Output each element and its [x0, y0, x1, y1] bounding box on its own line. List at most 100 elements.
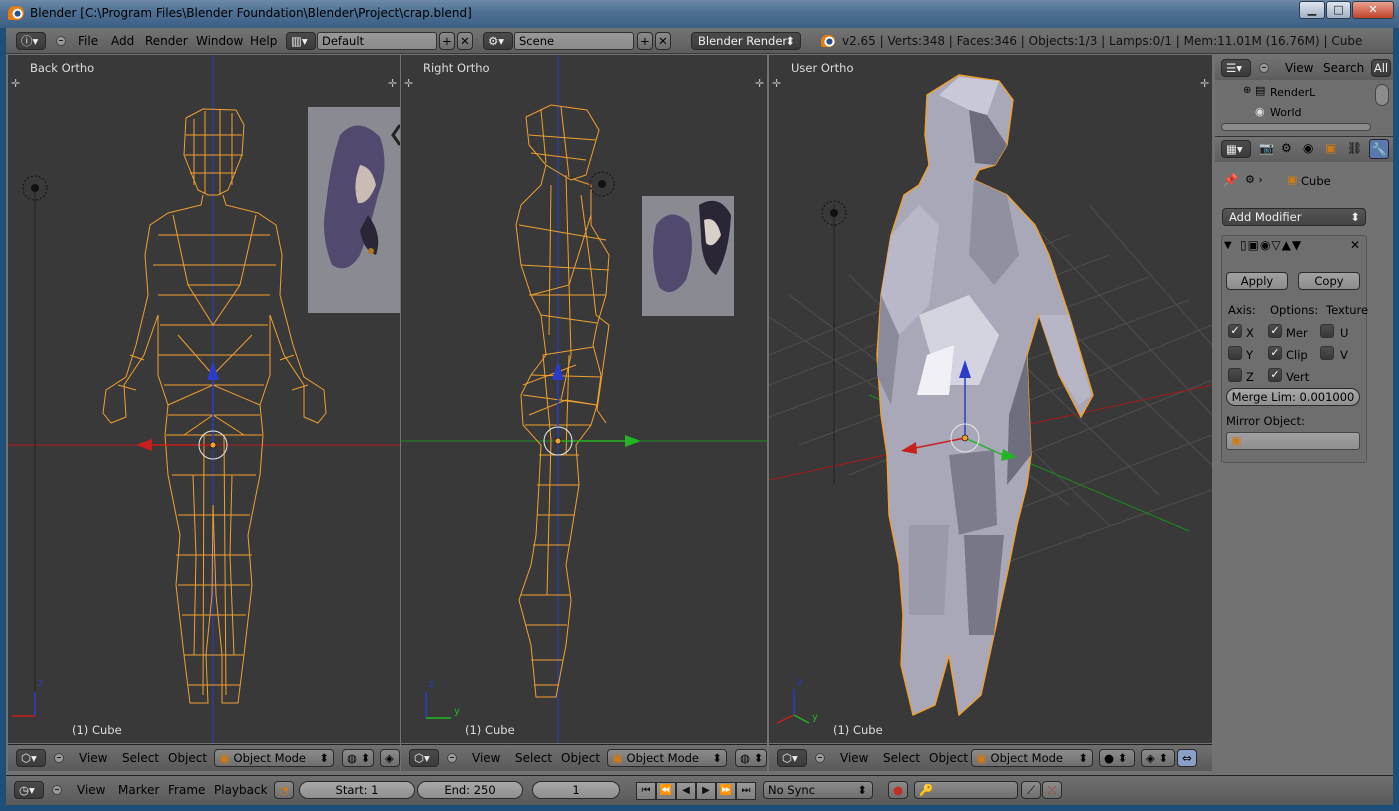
editor-type-3d-icon[interactable]: ⬡▾: [409, 749, 439, 767]
axis-x-checkbox[interactable]: ✓: [1228, 324, 1242, 338]
menu-select[interactable]: Select: [515, 751, 552, 765]
close-button[interactable]: ✕: [1352, 1, 1394, 19]
modifiers-tab-wrench-icon[interactable]: 🔧: [1369, 139, 1389, 159]
add-screen-icon[interactable]: +: [439, 32, 455, 50]
add-scene-icon[interactable]: +: [637, 32, 653, 50]
viewport-right-ortho[interactable]: Right Ortho ✛ ✛ z y (1) Cube: [401, 55, 767, 743]
remove-modifier-icon[interactable]: ✕: [1350, 238, 1360, 252]
screen-layout-field[interactable]: Default: [317, 32, 437, 50]
outliner-vertical-scrollbar[interactable]: [1375, 84, 1389, 106]
menu-view[interactable]: View: [79, 751, 107, 765]
collapse-menu-icon[interactable]: [52, 785, 62, 795]
menu-frame[interactable]: Frame: [168, 783, 205, 797]
jump-to-end-icon[interactable]: ⏭: [736, 782, 756, 800]
editor-type-properties-icon[interactable]: ▦▾: [1221, 140, 1251, 158]
editor-type-3d-icon[interactable]: ⬡▾: [16, 749, 46, 767]
remove-screen-icon[interactable]: ✕: [457, 32, 473, 50]
axis-y-checkbox[interactable]: [1228, 346, 1242, 360]
mirror-object-field[interactable]: ▣: [1226, 432, 1360, 450]
minimize-button[interactable]: ▁: [1299, 1, 1325, 19]
remove-scene-icon[interactable]: ✕: [655, 32, 671, 50]
merge-checkbox[interactable]: ✓: [1268, 324, 1282, 338]
outliner-item-renderlayers[interactable]: RenderL: [1270, 86, 1315, 99]
modifier-toolbar-icons[interactable]: ▯▣◉▽▲▼: [1240, 238, 1302, 252]
outliner-filter-dropdown[interactable]: All: [1371, 59, 1391, 77]
editor-type-timeline-icon[interactable]: ◷▾: [14, 781, 44, 799]
pivot-point-dropdown[interactable]: ◈ ⬍: [1141, 749, 1175, 767]
jump-to-next-keyframe-icon[interactable]: ⏩: [716, 782, 736, 800]
mode-dropdown[interactable]: ▣ Object Mode ⬍: [607, 749, 727, 767]
mode-dropdown[interactable]: ▣ Object Mode ⬍: [971, 749, 1093, 767]
clipping-checkbox[interactable]: ✓: [1268, 346, 1282, 360]
preview-range-icon[interactable]: ◔: [274, 781, 294, 799]
scene-field[interactable]: Scene: [514, 32, 634, 50]
menu-view[interactable]: View: [840, 751, 868, 765]
outliner-horizontal-scrollbar[interactable]: [1221, 123, 1371, 131]
scene-icon[interactable]: ⚙▾: [483, 32, 513, 50]
collapse-menu-icon[interactable]: [54, 753, 64, 763]
pin-icon[interactable]: 📌: [1223, 173, 1238, 187]
mode-dropdown[interactable]: ▣ Object Mode ⬍: [214, 749, 334, 767]
menu-object[interactable]: Object: [168, 751, 207, 765]
object-tab-icon[interactable]: ▣: [1325, 141, 1336, 155]
vertex-groups-checkbox[interactable]: ✓: [1268, 368, 1282, 382]
merge-limit-field[interactable]: Merge Lim: 0.001000: [1226, 388, 1360, 406]
maximize-button[interactable]: □: [1326, 1, 1351, 19]
collapse-menu-icon[interactable]: [1259, 63, 1269, 73]
menu-select[interactable]: Select: [122, 751, 159, 765]
menu-add[interactable]: Add: [111, 34, 134, 48]
menu-file[interactable]: File: [78, 34, 98, 48]
jump-to-start-icon[interactable]: ⏮: [636, 782, 656, 800]
menu-help[interactable]: Help: [250, 34, 277, 48]
play-reverse-icon[interactable]: ◀: [676, 782, 696, 800]
copy-button[interactable]: Copy: [1298, 272, 1360, 290]
manipulator-toggle-icon[interactable]: ⇔: [1177, 749, 1197, 767]
outliner-menu-view[interactable]: View: [1285, 61, 1313, 75]
viewport-shading-dropdown[interactable]: ● ⬍: [1099, 749, 1135, 767]
viewport-shading-dropdown[interactable]: ◍ ⬍: [735, 749, 767, 767]
delete-keyframe-icon[interactable]: ⤫: [1042, 781, 1062, 799]
play-icon[interactable]: ▶: [696, 782, 716, 800]
outliner-item-world[interactable]: World: [1270, 106, 1302, 119]
menu-render[interactable]: Render: [145, 34, 188, 48]
editor-type-outliner-icon[interactable]: ☰▾: [1221, 59, 1251, 77]
keying-set-field[interactable]: 🔑: [914, 781, 1018, 799]
collapse-triangle-icon[interactable]: ▼: [1224, 240, 1232, 251]
editor-type-3d-icon[interactable]: ⬡▾: [777, 749, 807, 767]
menu-view[interactable]: View: [77, 783, 105, 797]
world-tab-icon[interactable]: ◉: [1303, 141, 1313, 155]
constraints-tab-icon[interactable]: ⛓: [1347, 141, 1362, 155]
viewport-shading-dropdown[interactable]: ◍ ⬍: [342, 749, 374, 767]
texture-v-checkbox[interactable]: [1320, 346, 1334, 360]
collapse-menu-icon[interactable]: [447, 753, 457, 763]
render-tab-icon[interactable]: 📷: [1259, 141, 1274, 155]
window-titlebar[interactable]: Blender [C:\Program Files\Blender Founda…: [0, 0, 1399, 28]
apply-button[interactable]: Apply: [1226, 272, 1288, 290]
axis-z-checkbox[interactable]: [1228, 368, 1242, 382]
render-engine-dropdown[interactable]: Blender Render ⬍: [691, 32, 801, 50]
outliner-menu-search[interactable]: Search: [1323, 61, 1364, 75]
current-frame-field[interactable]: 1: [532, 781, 620, 799]
editor-type-info-icon[interactable]: ⓘ▾: [16, 32, 46, 50]
jump-to-previous-keyframe-icon[interactable]: ⏪: [656, 782, 676, 800]
menu-object[interactable]: Object: [561, 751, 600, 765]
screen-layout-icon[interactable]: ▥▾: [286, 32, 316, 50]
menu-view[interactable]: View: [472, 751, 500, 765]
insert-keyframe-icon[interactable]: ⟋: [1021, 781, 1041, 799]
start-frame-field[interactable]: Start: 1: [299, 781, 415, 799]
menu-select[interactable]: Select: [883, 751, 920, 765]
pivot-point-dropdown[interactable]: ◈: [380, 749, 400, 767]
collapse-menu-icon[interactable]: [56, 36, 66, 46]
auto-keyframe-record-icon[interactable]: ●: [888, 781, 908, 799]
expand-icon[interactable]: ⊕: [1243, 85, 1251, 96]
viewport-back-ortho[interactable]: Back Ortho ✛ ✛ z (1) Cube: [8, 55, 400, 743]
sync-mode-dropdown[interactable]: No Sync ⬍: [763, 781, 873, 799]
viewport-user-ortho[interactable]: User Ortho ✛ ✛ z y (1) Cube: [769, 55, 1212, 743]
end-frame-field[interactable]: End: 250: [417, 781, 523, 799]
scene-tab-icon[interactable]: ⚙: [1281, 141, 1292, 155]
texture-u-checkbox[interactable]: [1320, 324, 1334, 338]
menu-playback[interactable]: Playback: [214, 783, 268, 797]
menu-object[interactable]: Object: [929, 751, 968, 765]
collapse-menu-icon[interactable]: [815, 753, 825, 763]
menu-window[interactable]: Window: [196, 34, 243, 48]
